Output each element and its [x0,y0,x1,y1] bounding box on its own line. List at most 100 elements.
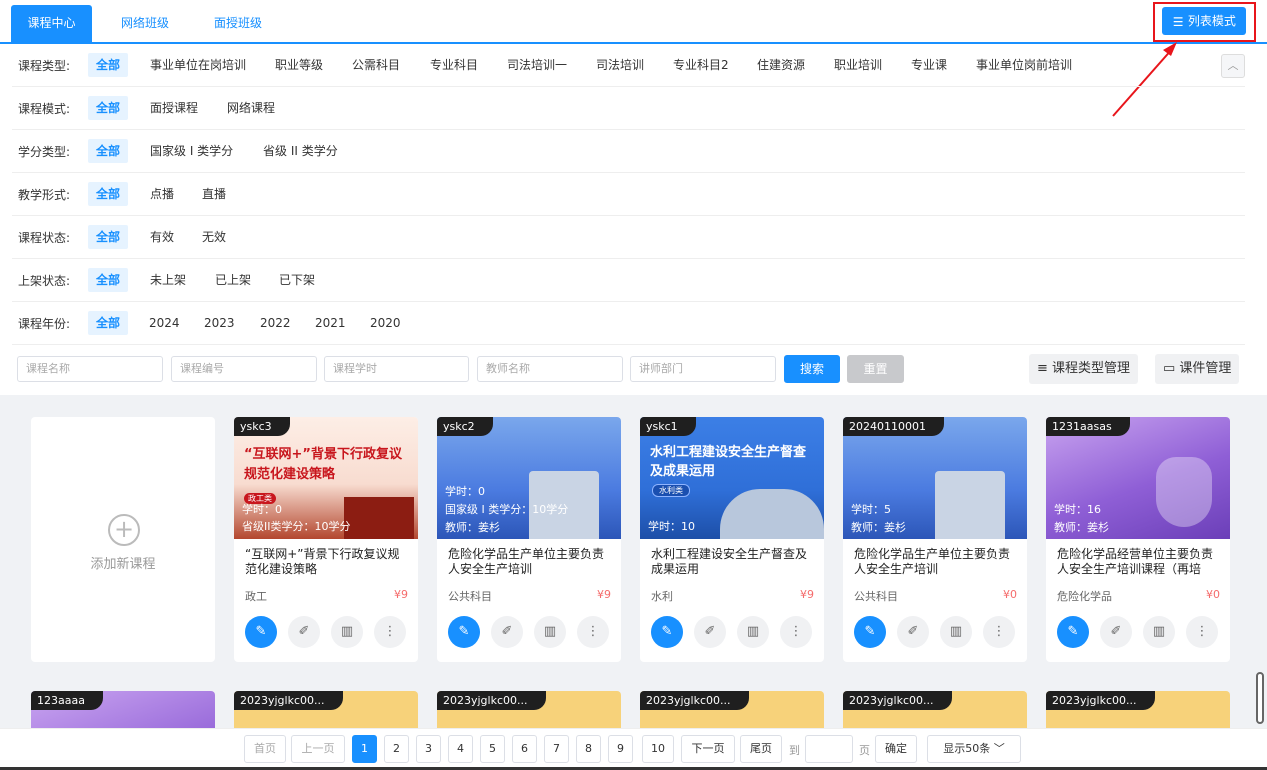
more-button[interactable]: ⋮ [1186,616,1218,648]
course-card[interactable]: 学时：16 教师：姜杉 1231aasas 危险化学品经营单位主要负责人安全生产… [1046,417,1230,662]
prev-page-button[interactable]: 上一页 [291,735,345,763]
filter-option[interactable]: 专业科目 [422,53,486,77]
page-button[interactable]: 8 [576,735,601,763]
filter-option[interactable]: 专业课 [903,53,955,77]
search-button[interactable]: 搜索 [784,355,840,383]
teacher-dept-input[interactable]: 讲师部门 [630,356,776,382]
last-page-button[interactable]: 尾页 [740,735,782,763]
add-course-card[interactable]: + 添加新课程 [31,417,215,662]
course-card[interactable]: 水利工程建设安全生产督查 及成果运用 水利类 学时：10 yskc1 水利工程建… [640,417,824,662]
tab-offline-class[interactable]: 面授班级 [199,5,277,42]
filter-option[interactable]: 公需科目 [344,53,408,77]
filter-option[interactable]: 全部 [88,139,129,163]
filter-option[interactable]: 全部 [88,182,129,206]
page-button[interactable]: 2 [384,735,409,763]
course-card[interactable]: 学时：0 国家级 I 类学分：10学分 教师：姜杉 yskc2 危险化学品生产单… [437,417,621,662]
filter-option[interactable]: 全部 [88,268,129,292]
filter-option[interactable]: 司法培训一 [499,53,575,77]
course-hours-input[interactable]: 课程学时 [324,356,469,382]
edit-info-button[interactable]: ✐ [1100,616,1132,648]
filter-option[interactable]: 职业等级 [267,53,331,77]
filter-option[interactable]: 全部 [88,311,129,335]
list-mode-button[interactable]: ☰ 列表模式 [1162,7,1246,35]
reset-button[interactable]: 重置 [847,355,904,383]
course-card[interactable]: 学时：5 教师：姜杉 20240110001 危险化学品生产单位主要负责人安全生… [843,417,1027,662]
course-card[interactable]: 2023yjglkc00... [437,691,621,730]
filter-option[interactable]: 全部 [88,96,129,120]
teacher-name-input[interactable]: 教师名称 [477,356,623,382]
filter-option[interactable]: 专业科目2 [665,53,737,77]
edit-info-button[interactable]: ✐ [897,616,929,648]
filter-option[interactable]: 2023 [196,311,243,335]
page-button[interactable]: 4 [448,735,473,763]
page-button[interactable]: 9 [608,735,633,763]
edit-info-button[interactable]: ✐ [288,616,320,648]
course-name-input[interactable]: 课程名称 [17,356,163,382]
goto-page-input[interactable] [805,735,853,763]
filter-option[interactable]: 事业单位岗前培训 [968,53,1080,77]
filter-option[interactable]: 直播 [194,182,234,206]
chapters-button[interactable]: ▥ [1143,616,1175,648]
tab-course-center[interactable]: 课程中心 [11,5,92,42]
filter-option[interactable]: 点播 [142,182,182,206]
more-button[interactable]: ⋮ [780,616,812,648]
edit-button[interactable]: ✎ [448,616,480,648]
filter-option[interactable]: 已上架 [207,268,259,292]
filter-option[interactable]: 2024 [141,311,188,335]
filter-option[interactable]: 面授课程 [142,96,206,120]
page-size-select[interactable]: 显示50条 ﹀ [927,735,1021,763]
course-card[interactable]: 2023yjglkc00... [843,691,1027,730]
next-page-button[interactable]: 下一页 [681,735,735,763]
course-price: ¥9 [800,588,814,601]
course-card[interactable]: 123aaaa [31,691,215,730]
filter-option[interactable]: 职业培训 [826,53,890,77]
page-button[interactable]: 1 [352,735,377,763]
filter-option[interactable]: 已下架 [271,268,323,292]
course-card[interactable]: 2023yjglkc00... [234,691,418,730]
filter-option[interactable]: 国家级 I 类学分 [142,139,241,163]
courseware-manage-button[interactable]: ▭ 课件管理 [1155,354,1240,384]
scrollbar-thumb[interactable] [1256,672,1264,724]
course-code-input[interactable]: 课程编号 [171,356,317,382]
edit-button[interactable]: ✎ [651,616,683,648]
filter-option[interactable]: 事业单位在岗培训 [142,53,254,77]
filter-option[interactable]: 住建资源 [749,53,813,77]
edit-info-button[interactable]: ✐ [491,616,523,648]
collapse-filters-button[interactable]: ︿ [1221,54,1245,78]
chapters-button[interactable]: ▥ [331,616,363,648]
more-button[interactable]: ⋮ [374,616,406,648]
filter-option[interactable]: 2020 [362,311,409,335]
first-page-button[interactable]: 首页 [244,735,286,763]
filter-option[interactable]: 2021 [307,311,354,335]
filter-option[interactable]: 省级 II 类学分 [255,139,346,163]
filter-option[interactable]: 有效 [142,225,182,249]
page-button[interactable]: 6 [512,735,537,763]
course-type-manage-button[interactable]: ≡ 课程类型管理 [1029,354,1139,384]
filter-option[interactable]: 全部 [88,53,129,77]
edit-button[interactable]: ✎ [1057,616,1089,648]
confirm-page-button[interactable]: 确定 [875,735,917,763]
page-button[interactable]: 10 [642,735,674,763]
chapters-button[interactable]: ▥ [534,616,566,648]
edit-button[interactable]: ✎ [245,616,277,648]
page-button[interactable]: 7 [544,735,569,763]
chapters-button[interactable]: ▥ [940,616,972,648]
chapters-button[interactable]: ▥ [737,616,769,648]
edit-info-button[interactable]: ✐ [694,616,726,648]
filter-option[interactable]: 全部 [88,225,129,249]
edit-button[interactable]: ✎ [854,616,886,648]
course-card[interactable]: 2023yjglkc00... [1046,691,1230,730]
page-button[interactable]: 3 [416,735,441,763]
more-button[interactable]: ⋮ [983,616,1015,648]
filter-option[interactable]: 2022 [252,311,299,335]
filter-option[interactable]: 未上架 [142,268,194,292]
tab-online-class[interactable]: 网络班级 [106,5,184,42]
more-button[interactable]: ⋮ [577,616,609,648]
course-card[interactable]: “互联网+”背景下行政复议 规范化建设策略 政工类 学时：0 省级II类学分：1… [234,417,418,662]
course-code: 2023yjglkc00... [437,691,546,710]
filter-option[interactable]: 无效 [194,225,234,249]
page-button[interactable]: 5 [480,735,505,763]
filter-option[interactable]: 司法培训 [588,53,652,77]
filter-option[interactable]: 网络课程 [219,96,283,120]
course-card[interactable]: 2023yjglkc00... [640,691,824,730]
